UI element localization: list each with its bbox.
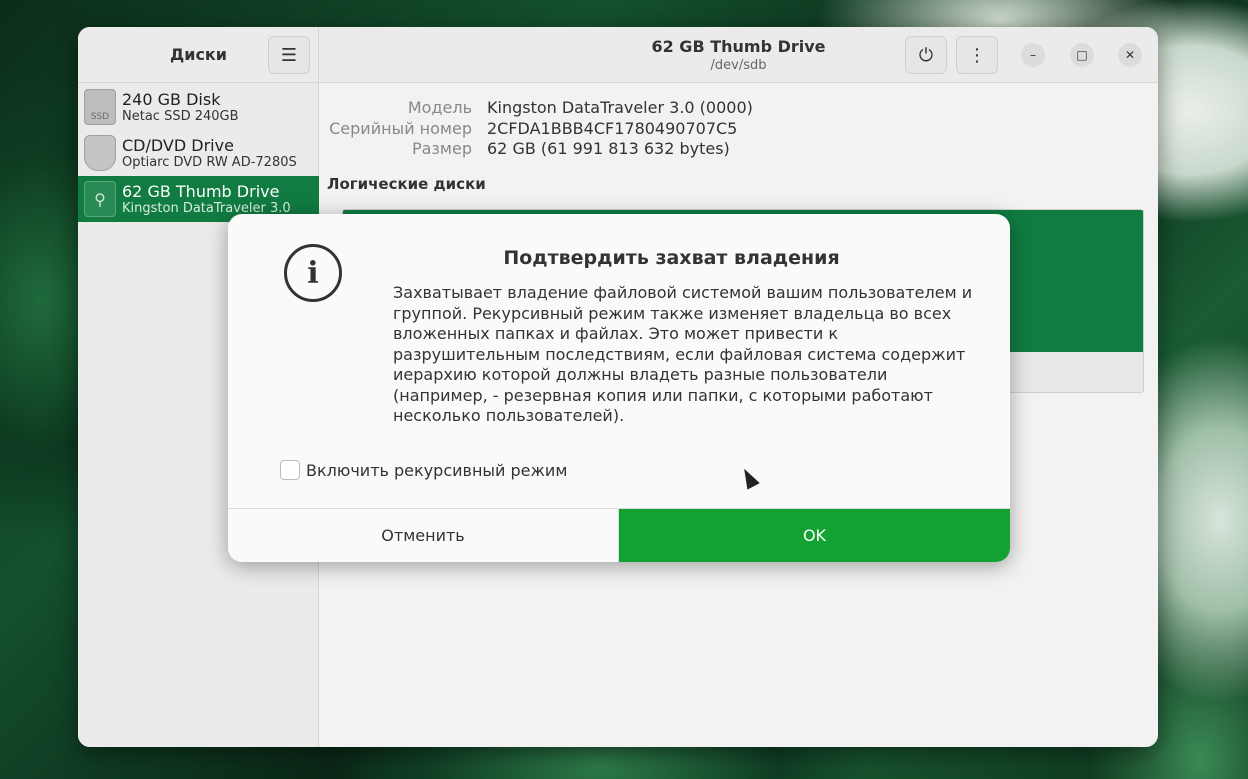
ssd-icon-label: SSD <box>90 112 110 122</box>
hamburger-icon: ☰ <box>280 44 298 66</box>
info-icon: i <box>284 244 342 302</box>
drive-options-button[interactable]: ⋮ <box>956 36 998 74</box>
maximize-icon: □ <box>1076 48 1088 62</box>
ssd-icon: SSD <box>84 89 116 125</box>
disk-item-ssd[interactable]: SSD 240 GB Disk Netac SSD 240GB <box>78 84 319 130</box>
recursive-mode-label[interactable]: Включить рекурсивный режим <box>306 461 567 480</box>
disk-sub: Netac SSD 240GB <box>122 108 239 124</box>
sidebar-title-text: Диски <box>169 45 227 64</box>
usb-icon-glyph: ⚲ <box>94 189 106 209</box>
power-icon: ⏻ <box>918 44 934 66</box>
size-label: Размер <box>411 139 472 158</box>
model-label: Модель <box>407 98 472 117</box>
ok-button[interactable]: OK <box>619 509 1010 562</box>
menu-button[interactable]: ☰ <box>268 36 310 74</box>
maximize-button[interactable]: □ <box>1070 43 1094 67</box>
more-vertical-icon: ⋮ <box>968 44 986 66</box>
size-value: 62 GB (61 991 813 632 bytes) <box>487 139 730 158</box>
sidebar-header: Диски ☰ <box>78 27 318 83</box>
main-header: 62 GB Thumb Drive /dev/sdb ⏻ ⋮ – □ ✕ <box>319 27 1158 83</box>
drive-info: Модель Kingston DataTraveler 3.0 (0000) … <box>319 98 1079 160</box>
disk-sub: Optiarc DVD RW AD-7280S <box>122 154 297 170</box>
recursive-mode-checkbox-row[interactable]: Включить рекурсивный режим <box>280 460 567 480</box>
dialog-message: Захватывает владение файловой системой в… <box>393 283 973 425</box>
disk-name: 240 GB Disk <box>122 89 221 109</box>
disk-name: 62 GB Thumb Drive <box>122 181 280 201</box>
serial-value: 2CFDA1BBB4CF1780490707C5 <box>487 118 738 138</box>
usb-icon: ⚲ <box>84 181 116 217</box>
power-off-button[interactable]: ⏻ <box>905 36 947 74</box>
disk-name: CD/DVD Drive <box>122 135 234 155</box>
minimize-icon: – <box>1030 48 1036 62</box>
cancel-button[interactable]: Отменить <box>228 509 619 562</box>
volumes-title: Логические диски <box>327 175 486 193</box>
confirm-ownership-dialog: i Подтвердить захват владения Захватывае… <box>228 214 1010 562</box>
disk-list: SSD 240 GB Disk Netac SSD 240GB CD/DVD D… <box>78 84 319 222</box>
optical-drive-icon <box>84 135 116 171</box>
serial-label: Серийный номер <box>329 118 472 138</box>
minimize-button[interactable]: – <box>1021 43 1045 67</box>
model-value: Kingston DataTraveler 3.0 (0000) <box>487 98 753 117</box>
recursive-mode-checkbox[interactable] <box>280 460 300 480</box>
close-button[interactable]: ✕ <box>1118 43 1142 67</box>
close-icon: ✕ <box>1124 48 1136 62</box>
dialog-title: Подтвердить захват владения <box>503 247 840 269</box>
dialog-buttons: Отменить OK <box>228 508 1010 562</box>
disk-item-cdrom[interactable]: CD/DVD Drive Optiarc DVD RW AD-7280S <box>78 130 319 176</box>
